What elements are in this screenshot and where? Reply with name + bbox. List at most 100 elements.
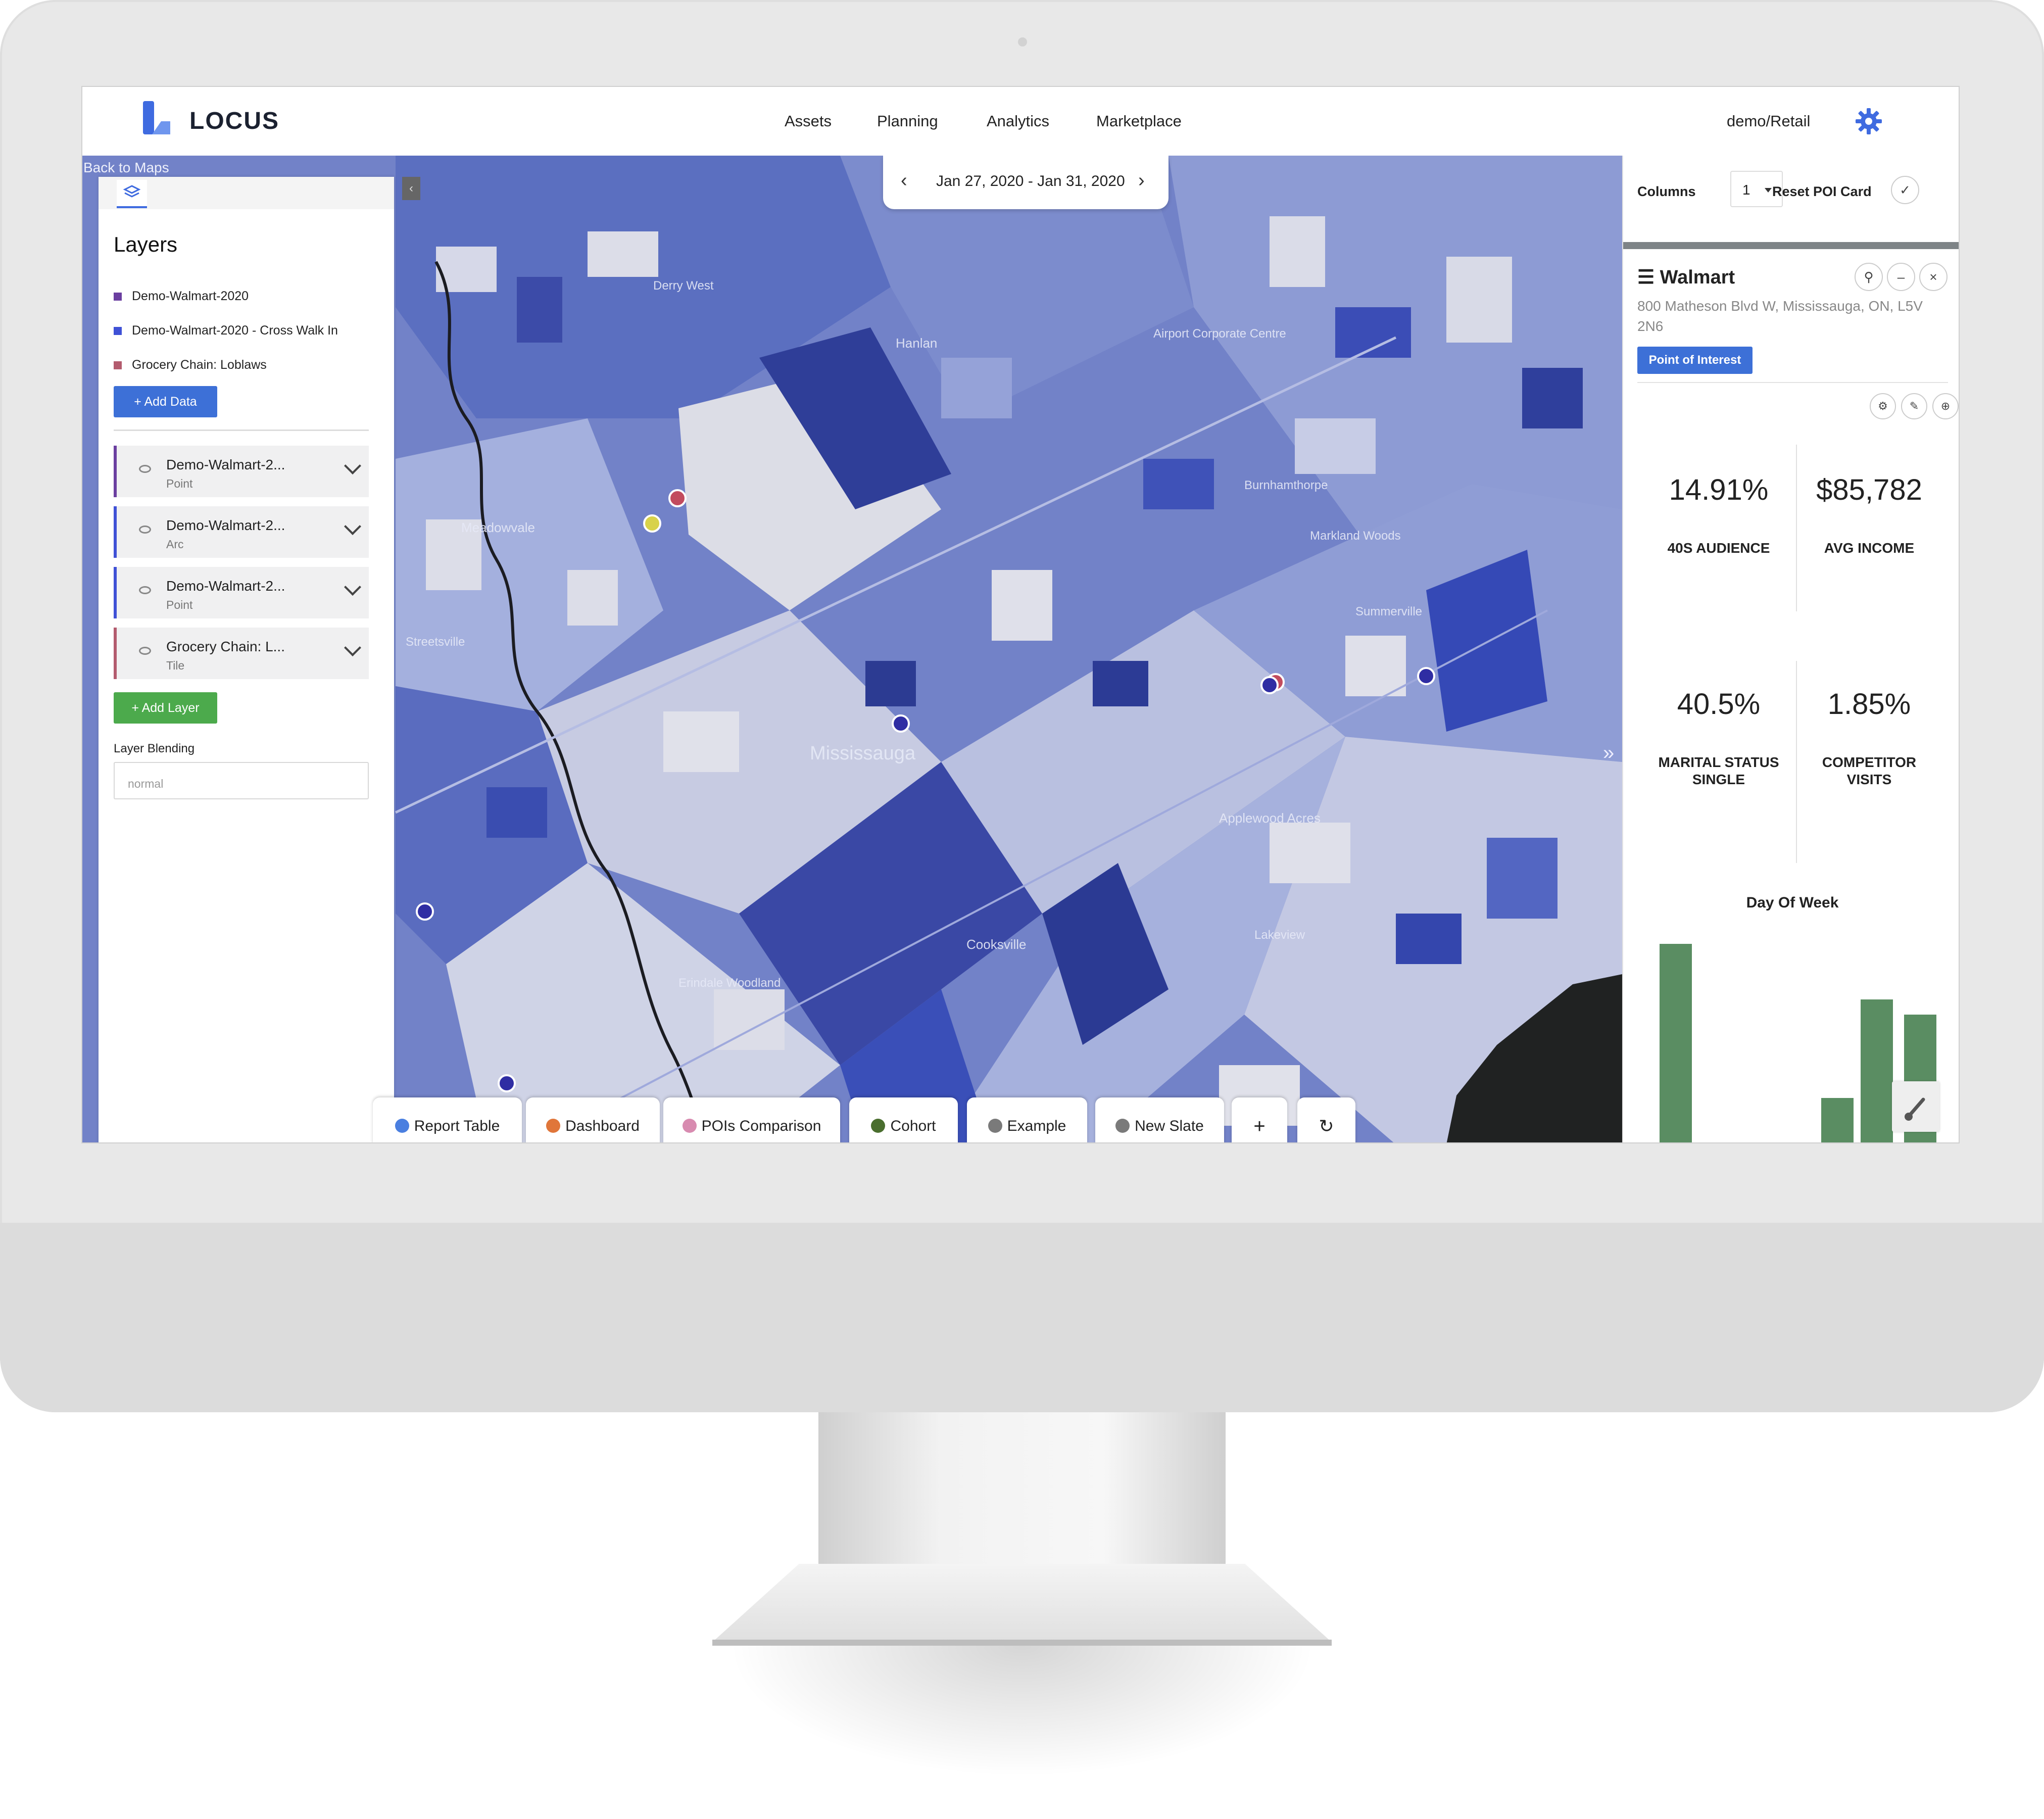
add-layer-button[interactable]: + Add Layer: [114, 692, 217, 724]
tab-label: Example: [1007, 1118, 1066, 1134]
legend-swatch: [114, 327, 122, 336]
map-label: Airport Corporate Centre: [1153, 327, 1286, 341]
layer-card[interactable]: Grocery Chain: L... Tile: [114, 628, 369, 679]
map-label: Burnhamthorpe: [1244, 478, 1328, 492]
tab-pois-comparison[interactable]: POIs Comparison: [663, 1097, 840, 1142]
layer-name: Demo-Walmart-2...: [166, 457, 285, 472]
locus-logo-icon[interactable]: [141, 101, 173, 136]
close-icon[interactable]: ×: [1919, 263, 1948, 291]
paintbrush-icon: [1905, 1097, 1925, 1121]
legend-item: Demo-Walmart-2020 - Cross Walk In: [114, 323, 338, 338]
minimize-icon[interactable]: –: [1887, 263, 1915, 291]
top-nav-bar: LOCUS Assets Planning Analytics Marketpl…: [82, 87, 1959, 157]
layers-panel: Layers Demo-Walmart-2020 Demo-Walmart-20…: [99, 177, 394, 1142]
tab-label: Report Table: [414, 1118, 500, 1134]
user-account[interactable]: demo/Retail: [1727, 112, 1810, 130]
metric-value: 14.91%: [1669, 473, 1769, 506]
layers-title: Layers: [114, 232, 178, 256]
legend-item: Demo-Walmart-2020: [114, 289, 249, 304]
tab-label: Cohort: [890, 1118, 936, 1134]
monitor-bezel: LOCUS Assets Planning Analytics Marketpl…: [0, 0, 2044, 1412]
chart-bar: [1821, 1098, 1854, 1142]
settings-icon[interactable]: ⚙: [1870, 393, 1896, 419]
add-circle-icon[interactable]: ⊕: [1932, 393, 1959, 419]
eye-icon[interactable]: [139, 525, 151, 534]
layer-blending-label: Layer Blending: [114, 742, 195, 755]
legend-swatch: [114, 361, 122, 370]
layer-blending-select[interactable]: normal: [114, 762, 369, 799]
map-label: Hanlan: [896, 336, 937, 351]
layer-type: Point: [166, 477, 193, 490]
eye-icon[interactable]: [139, 465, 151, 473]
screen: LOCUS Assets Planning Analytics Marketpl…: [81, 86, 1960, 1143]
add-data-button[interactable]: + Add Data: [114, 386, 217, 417]
chart-bar: [1861, 999, 1893, 1142]
tab-color-dot: [395, 1119, 409, 1133]
tab-cohort[interactable]: Cohort: [849, 1097, 958, 1142]
check-icon[interactable]: ✓: [1891, 176, 1919, 204]
add-tab-button[interactable]: +: [1232, 1097, 1287, 1142]
tab-dashboard[interactable]: Dashboard: [526, 1097, 660, 1142]
map-label: Applewood Acres: [1219, 810, 1321, 826]
date-range-text: Jan 27, 2020 - Jan 31, 2020: [936, 173, 1125, 189]
poi-card-toolbar: Columns 1 Reset POI Card ✓: [1623, 156, 1959, 249]
divider: [1796, 445, 1797, 611]
map-label: Markland Woods: [1310, 529, 1401, 543]
map-label: Derry West: [653, 279, 714, 293]
metric-label: AVG INCOME: [1824, 540, 1915, 556]
chevron-down-icon[interactable]: [344, 518, 361, 535]
chevron-left-icon[interactable]: ‹: [901, 170, 907, 192]
layer-card[interactable]: Demo-Walmart-2... Point: [114, 446, 369, 497]
nav-assets[interactable]: Assets: [785, 112, 832, 130]
columns-value: 1: [1742, 182, 1750, 198]
back-to-maps-link[interactable]: Back to Maps: [83, 160, 169, 176]
day-of-week-chart-title: Day Of Week: [1746, 894, 1839, 911]
layer-card[interactable]: Demo-Walmart-2... Point: [114, 567, 369, 618]
layer-card[interactable]: Demo-Walmart-2... Arc: [114, 506, 369, 558]
location-pin-icon[interactable]: ⚲: [1855, 263, 1883, 291]
nav-marketplace[interactable]: Marketplace: [1096, 112, 1182, 130]
tab-report-table[interactable]: Report Table: [373, 1097, 522, 1142]
eye-icon[interactable]: [139, 586, 151, 594]
divider: [114, 429, 369, 431]
tab-color-dot: [988, 1119, 1002, 1133]
chart-bar: [1660, 944, 1692, 1142]
collapse-panel-button[interactable]: ‹: [402, 177, 420, 200]
camera: [1018, 37, 1027, 46]
nav-planning[interactable]: Planning: [877, 112, 938, 130]
tab-color-dot: [546, 1119, 561, 1133]
choropleth-map[interactable]: Mississauga Cooksville Applewood Acres H…: [82, 156, 1622, 1142]
eye-icon[interactable]: [139, 647, 151, 655]
refresh-button[interactable]: ↻: [1297, 1097, 1355, 1142]
caret-down-icon: [1765, 188, 1772, 193]
gear-icon[interactable]: [1855, 107, 1883, 135]
layer-name: Demo-Walmart-2...: [166, 578, 285, 594]
chevron-right-icon[interactable]: ›: [1138, 170, 1145, 192]
tab-example[interactable]: Example: [967, 1097, 1087, 1142]
layers-tab[interactable]: [117, 180, 147, 208]
wrench-icon[interactable]: ✎: [1901, 393, 1927, 419]
plus-icon: +: [1253, 1115, 1266, 1137]
reset-poi-card-label[interactable]: Reset POI Card: [1772, 184, 1872, 200]
monitor-stand-base: [712, 1564, 1332, 1642]
poi-name: Walmart: [1660, 267, 1735, 288]
map-label: Meadowvale: [461, 520, 535, 535]
date-range-picker[interactable]: ‹ Jan 27, 2020 - Jan 31, 2020 ›: [883, 156, 1169, 209]
paintbrush-button[interactable]: [1892, 1081, 1939, 1132]
nav-analytics[interactable]: Analytics: [987, 112, 1049, 130]
monitor-chin: [0, 1223, 2044, 1412]
chevron-down-icon[interactable]: [344, 579, 361, 596]
legend-label: Grocery Chain: Loblaws: [132, 358, 267, 372]
double-chevron-right-icon[interactable]: »: [1603, 742, 1614, 764]
menu-icon[interactable]: ☰: [1637, 267, 1654, 288]
logo-text[interactable]: LOCUS: [189, 107, 279, 135]
monitor-stand-shadow: [727, 1646, 1317, 1777]
map-label: Summerville: [1355, 605, 1422, 618]
tab-label: POIs Comparison: [701, 1118, 821, 1134]
tab-new-slate[interactable]: New Slate: [1095, 1097, 1224, 1142]
poi-address: 800 Matheson Blvd W, Mississauga, ON, L5…: [1637, 298, 1923, 334]
chevron-down-icon[interactable]: [344, 457, 361, 474]
chevron-down-icon[interactable]: [344, 639, 361, 656]
legend-label: Demo-Walmart-2020 - Cross Walk In: [132, 323, 338, 338]
map-label: Streetsville: [406, 635, 465, 649]
